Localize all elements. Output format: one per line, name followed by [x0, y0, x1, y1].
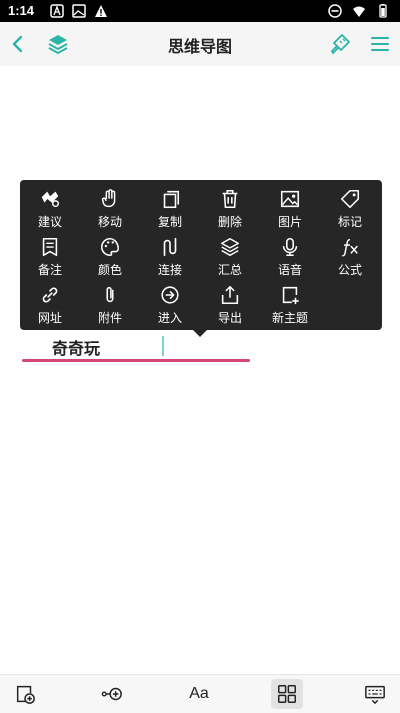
menu-item-new-topic[interactable]: 新主题: [260, 284, 320, 332]
topic-context-menu: 建议 移动 复制 删除 图片 标记 备注 颜色 连接 汇总 语音 公式 网址 附…: [20, 180, 382, 330]
menu-item-tag[interactable]: 标记: [320, 188, 380, 236]
notification-a-icon: [50, 4, 64, 18]
menu-item-attachment[interactable]: 附件: [80, 284, 140, 332]
menu-item-connect[interactable]: 连接: [140, 236, 200, 284]
formula-icon: [342, 238, 358, 257]
export-icon: [221, 285, 239, 305]
wifi-icon: [353, 6, 365, 17]
brush-icon[interactable]: [328, 32, 352, 56]
keyboard-icon: [365, 685, 385, 705]
layers-icon: [221, 238, 239, 257]
menu-item-enter[interactable]: 进入: [140, 284, 200, 332]
do-not-disturb-icon: [328, 4, 342, 18]
new-topic-icon: [282, 286, 299, 305]
menu-item-color[interactable]: 颜色: [80, 236, 140, 284]
menu-item-suggest[interactable]: 建议: [20, 188, 80, 236]
menu-item-voice[interactable]: 语音: [260, 236, 320, 284]
mic-icon: [282, 237, 298, 257]
link-icon: [42, 287, 58, 303]
palette-icon: [101, 237, 120, 257]
add-topic-icon: [16, 685, 35, 704]
top-bar: 思维导图: [0, 22, 400, 66]
paperclip-icon: [106, 286, 114, 303]
text-caret: [162, 336, 164, 356]
copy-icon: [163, 190, 180, 209]
menu-item-url[interactable]: 网址: [20, 284, 80, 332]
image-notification-icon: [72, 4, 86, 18]
enter-icon: [161, 286, 179, 304]
suggest-icon: [41, 191, 59, 208]
mindmap-canvas[interactable]: [0, 66, 400, 674]
status-bar: 1:14: [0, 0, 400, 22]
keyboard-button[interactable]: [362, 681, 388, 707]
menu-item-export[interactable]: 导出: [200, 284, 260, 332]
hand-icon: [101, 189, 116, 208]
status-time: 1:14: [8, 3, 35, 18]
add-topic-button[interactable]: [12, 681, 38, 707]
menu-item-note[interactable]: 备注: [20, 236, 80, 284]
tag-icon: [340, 189, 360, 209]
menu-item-formula[interactable]: 公式: [320, 236, 380, 284]
layout-grid-icon: [278, 685, 296, 703]
menu-item-delete[interactable]: 删除: [200, 188, 260, 236]
font-button[interactable]: Aa: [186, 681, 212, 707]
warning-icon: [95, 5, 107, 17]
menu-icon[interactable]: [368, 32, 392, 56]
connect-icon: [163, 237, 177, 257]
bottom-toolbar: Aa: [0, 674, 400, 713]
menu-item-summary[interactable]: 汇总: [200, 236, 260, 284]
context-menu-pointer: [193, 330, 207, 337]
add-subtopic-icon: [101, 687, 122, 701]
topic-text[interactable]: 奇奇玩: [52, 335, 100, 359]
font-icon: Aa: [189, 685, 209, 702]
image-icon: [280, 190, 300, 208]
add-subtopic-button[interactable]: [99, 681, 125, 707]
menu-item-copy[interactable]: 复制: [140, 188, 200, 236]
menu-item-move[interactable]: 移动: [80, 188, 140, 236]
menu-item-image[interactable]: 图片: [260, 188, 320, 236]
note-icon: [42, 237, 58, 257]
trash-icon: [222, 189, 238, 209]
topic-underline: [22, 359, 250, 362]
layout-grid-button[interactable]: [271, 679, 303, 709]
battery-icon: [379, 4, 387, 18]
